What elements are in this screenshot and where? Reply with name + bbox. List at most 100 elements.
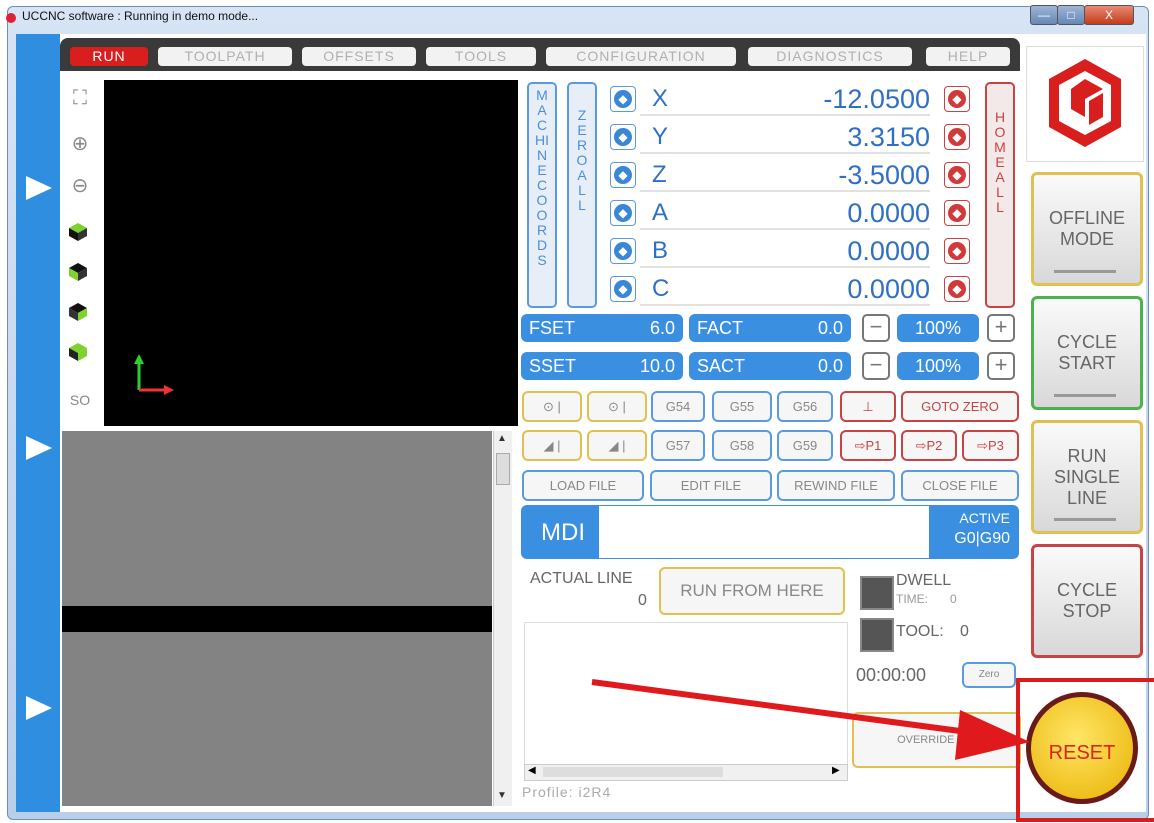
scroll-up-icon[interactable]: ▲ (496, 433, 508, 445)
scroll-left-icon[interactable]: ◀ (528, 765, 536, 776)
home-c-button[interactable]: ◆ (944, 276, 970, 302)
coolant-mist-button[interactable]: ◢ | (587, 430, 647, 461)
override-limits-button[interactable]: OVERRIDE LI... (852, 712, 1021, 768)
tab-diagnostics[interactable]: DIAGNOSTICS (748, 47, 912, 66)
close-button[interactable]: X (1084, 5, 1134, 25)
feed-increase-button[interactable]: + (987, 314, 1015, 342)
probe-button[interactable]: ⊥ (840, 391, 896, 422)
expand-panel-arrow-icon[interactable] (26, 436, 52, 460)
offset-g59-button[interactable]: G59 (777, 430, 833, 461)
home-z-button[interactable]: ◆ (944, 162, 970, 188)
spindle-cw-button[interactable]: ⊙ | (522, 391, 582, 422)
dwell-label: DWELL (896, 572, 952, 589)
minimize-button[interactable]: — (1030, 5, 1058, 25)
cube-view-icon[interactable] (68, 222, 88, 242)
spindle-ccw-button[interactable]: ⊙ | (587, 391, 647, 422)
offset-g56-button[interactable]: G56 (777, 391, 833, 422)
axis-b-value[interactable]: 0.0000 (640, 236, 930, 268)
tab-help[interactable]: HELP (926, 47, 1010, 66)
timer-zero-button[interactable]: Zero (962, 662, 1016, 688)
goto-zero-button[interactable]: GOTO ZERO (901, 391, 1019, 422)
run-single-line-label-2: SINGLE (1053, 466, 1121, 487)
zero-x-button[interactable]: ◆ (610, 86, 636, 112)
toolpath-3d-view[interactable] (104, 80, 518, 426)
axis-a-value[interactable]: 0.0000 (640, 198, 930, 230)
console-list[interactable] (524, 622, 848, 766)
cube-view-icon[interactable] (68, 302, 88, 322)
iso-view-label[interactable]: SO (66, 386, 94, 414)
zero-c-button[interactable]: ◆ (610, 276, 636, 302)
offset-g57-button[interactable]: G57 (651, 430, 705, 461)
spindle-override[interactable]: 100% (897, 352, 979, 380)
tab-configuration[interactable]: CONFIGURATION (546, 47, 736, 66)
mdi-input[interactable] (599, 506, 929, 558)
park-p3-button[interactable]: ⇨P3 (962, 430, 1019, 461)
spindle-ccw-icon: ⊙ | (608, 399, 626, 414)
expand-panel-arrow-icon[interactable] (26, 176, 52, 200)
axis-y-value[interactable]: 3.3150 (640, 122, 930, 154)
feed-decrease-button[interactable]: − (862, 314, 890, 342)
spindle-increase-button[interactable]: + (987, 352, 1015, 380)
maximize-button[interactable]: □ (1057, 5, 1085, 25)
spindle-set-field[interactable]: SSET 10.0 (521, 352, 683, 380)
tool-label: TOOL: (896, 623, 944, 640)
spindle-override-value: 100% (914, 356, 962, 376)
offset-g54-button[interactable]: G54 (651, 391, 705, 422)
tab-bar: RUN TOOLPATH OFFSETS TOOLS CONFIGURATION… (60, 38, 1020, 71)
zoom-out-icon[interactable]: ⊖ (66, 172, 94, 200)
zero-a-button[interactable]: ◆ (610, 200, 636, 226)
zero-b-button[interactable]: ◆ (610, 238, 636, 264)
run-from-here-button[interactable]: RUN FROM HERE (659, 567, 845, 615)
left-panel-strip (16, 34, 60, 812)
close-file-button[interactable]: CLOSE FILE (901, 470, 1019, 501)
feed-set-label: FSET (529, 318, 576, 338)
home-x-button[interactable]: ◆ (944, 86, 970, 112)
edit-file-button[interactable]: EDIT FILE (650, 470, 772, 501)
spindle-decrease-button[interactable]: − (862, 352, 890, 380)
zero-all-button[interactable]: ZERO ALL (567, 82, 597, 308)
cycle-start-indicator (1054, 394, 1116, 397)
run-single-line-label-3: LINE (1066, 487, 1108, 508)
offset-g58-button[interactable]: G58 (712, 430, 772, 461)
offline-mode-button[interactable]: OFFLINE MODE (1031, 172, 1143, 286)
park-p1-button[interactable]: ⇨P1 (840, 430, 896, 461)
scroll-thumb[interactable] (496, 453, 510, 485)
home-b-button[interactable]: ◆ (944, 238, 970, 264)
run-single-line-button[interactable]: RUN SINGLE LINE (1031, 420, 1143, 534)
home-a-button[interactable]: ◆ (944, 200, 970, 226)
feed-set-field[interactable]: FSET 6.0 (521, 314, 683, 342)
tab-run[interactable]: RUN (70, 47, 148, 66)
home-a-icon: ◆ (948, 204, 966, 222)
home-all-button[interactable]: HOME ALL (985, 82, 1015, 308)
scroll-down-icon[interactable]: ▼ (496, 790, 508, 802)
feed-override[interactable]: 100% (897, 314, 979, 342)
machine-coords-toggle[interactable]: MACHINE COORDS (527, 82, 557, 308)
scroll-right-icon[interactable]: ▶ (832, 765, 840, 776)
tab-toolpath[interactable]: TOOLPATH (158, 47, 292, 66)
cycle-start-button[interactable]: CYCLE START (1031, 296, 1143, 410)
tab-offsets[interactable]: OFFSETS (302, 47, 416, 66)
reset-button[interactable]: RESET (1026, 692, 1138, 804)
load-file-button[interactable]: LOAD FILE (522, 470, 644, 501)
offset-g55-button[interactable]: G55 (712, 391, 772, 422)
zoom-in-icon[interactable]: ⊕ (66, 130, 94, 158)
rewind-file-button[interactable]: REWIND FILE (777, 470, 895, 501)
scroll-thumb[interactable] (543, 767, 723, 777)
tab-tools[interactable]: TOOLS (426, 47, 536, 66)
home-y-button[interactable]: ◆ (944, 124, 970, 150)
cube-view-icon[interactable] (68, 342, 88, 362)
expand-panel-arrow-icon[interactable] (26, 696, 52, 720)
expand-icon[interactable]: ⛶ (66, 84, 94, 112)
coolant-flood-button[interactable]: ◢ | (522, 430, 582, 461)
horizontal-scrollbar[interactable]: ◀ ▶ (524, 764, 848, 781)
cube-view-icon[interactable] (68, 262, 88, 282)
zero-y-button[interactable]: ◆ (610, 124, 636, 150)
axis-x-value[interactable]: -12.0500 (640, 84, 930, 116)
park-p2-button[interactable]: ⇨P2 (901, 430, 957, 461)
zero-z-button[interactable]: ◆ (610, 162, 636, 188)
cycle-stop-button[interactable]: CYCLE STOP (1031, 544, 1143, 658)
axis-c-value[interactable]: 0.0000 (640, 274, 930, 306)
axis-z-value[interactable]: -3.5000 (640, 160, 930, 192)
feed-act-label: FACT (697, 318, 744, 338)
gcode-scrollbar[interactable]: ▲ ▼ (493, 431, 512, 806)
